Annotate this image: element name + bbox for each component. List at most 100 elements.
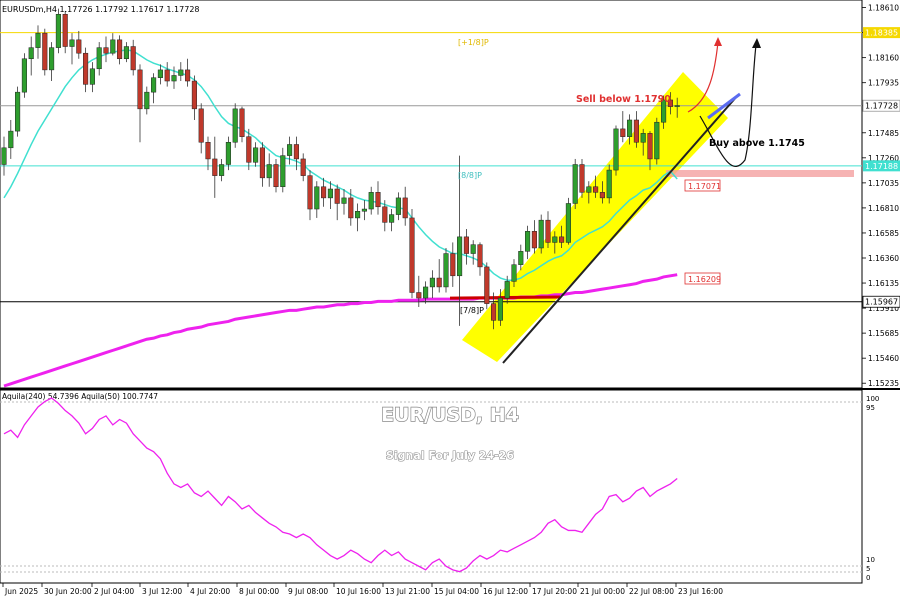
candle-body (293, 144, 299, 160)
candle-body (552, 236, 558, 243)
candle-body (382, 206, 388, 223)
candle-body (76, 39, 82, 54)
candle-body (123, 46, 129, 60)
candle-body (205, 141, 211, 160)
price-tick-label: 1.16360 (868, 254, 899, 263)
murrey-label-mid: [8/8]P (458, 171, 482, 180)
candle-body (640, 133, 646, 143)
candle-body (368, 192, 374, 210)
candle-body (586, 186, 592, 193)
candle[interactable] (409, 209, 415, 299)
candle-body (103, 47, 109, 54)
candle-body (280, 155, 286, 188)
price-tick-label: 1.16810 (868, 204, 899, 213)
watermark-subtitle: Signal For July 24-26 (386, 449, 515, 462)
osc-tick-label: 5 (866, 565, 870, 573)
time-tick-label: 22 Jul 08:00 (629, 587, 674, 596)
candle-body (49, 47, 55, 71)
candle-body (253, 147, 259, 163)
candle-body (443, 253, 449, 288)
candle[interactable] (21, 53, 27, 98)
candle[interactable] (42, 28, 48, 76)
candle[interactable] (239, 106, 245, 143)
price-tick-label: 1.15460 (868, 354, 899, 363)
candle[interactable] (15, 86, 21, 137)
candle[interactable] (572, 158, 578, 210)
candle-body (613, 128, 619, 171)
candle-body (198, 108, 204, 143)
time-tick-label: 13 Jul 21:00 (385, 587, 430, 596)
candle-body (525, 231, 531, 252)
symbol-info: EURUSDm,H4 1.17726 1.17792 1.17617 1.177… (2, 5, 200, 14)
candle[interactable] (579, 158, 585, 198)
time-tick-label: Jun 2025 (4, 587, 38, 596)
candle-body (21, 58, 27, 93)
candle[interactable] (484, 262, 490, 310)
candle-body (375, 192, 381, 208)
candle-body (300, 158, 306, 176)
candle-body (185, 69, 191, 82)
candle[interactable] (55, 8, 61, 54)
candle-body (327, 188, 333, 199)
candle-body (423, 286, 429, 299)
osc-tick-label: 0 (866, 574, 870, 582)
candle-body (225, 141, 231, 165)
candle-body (266, 164, 272, 179)
chart-window[interactable]: EURUSDm,H4 1.17726 1.17792 1.17617 1.177… (0, 0, 900, 600)
candle-body (212, 158, 218, 176)
candle[interactable] (613, 125, 619, 176)
candle-body (416, 292, 422, 299)
candle-body (497, 297, 503, 321)
candle-body (654, 121, 660, 160)
candle-body (178, 69, 184, 76)
time-tick-label: 4 Jul 20:00 (190, 587, 230, 596)
time-tick-label: 23 Jul 16:00 (678, 587, 723, 596)
candle-body (477, 244, 483, 268)
candle-body (504, 281, 510, 299)
candle-body (239, 108, 245, 137)
candle-body (620, 128, 626, 137)
candle-body (402, 197, 408, 219)
osc-tick-label: 100 (866, 395, 879, 403)
candle-body (28, 47, 34, 60)
oscillator-axis: 10095 1050 (866, 395, 879, 582)
candle[interactable] (538, 214, 544, 254)
candle-body (572, 164, 578, 204)
candle-body (484, 266, 490, 304)
sell-signal-label: Sell below 1.1790 (576, 94, 671, 105)
candle-body (511, 264, 517, 282)
candle-body (96, 47, 102, 70)
candle-body (171, 75, 177, 82)
candle-body (321, 186, 327, 199)
candle-body (69, 39, 75, 47)
candle-body (450, 253, 456, 277)
candle-body (259, 147, 265, 179)
candle-body (565, 203, 571, 243)
buy-signal-label: Buy above 1.1745 (709, 138, 805, 149)
watermark-title: EUR/USD, H4 (381, 404, 519, 426)
time-tick-label: 8 Jul 00:00 (239, 587, 279, 596)
candle-body (334, 188, 340, 204)
candle-body (518, 251, 524, 265)
candle[interactable] (232, 103, 238, 148)
candle[interactable] (443, 247, 449, 293)
time-axis[interactable]: Jun 2025 30 Jun 20:00 2 Jul 04:00 3 Jul 12:… (2, 583, 723, 596)
candle-body (470, 244, 476, 254)
candle-body (647, 133, 653, 160)
price-tick-label: 1.17035 (868, 179, 899, 188)
price-axis[interactable]: 1.18610 1.18385 1.18160 1.17935 1.17728 1.174… (862, 4, 899, 389)
candle-body (130, 46, 136, 71)
candle[interactable] (654, 117, 660, 165)
price-tick-label: 1.17485 (868, 129, 899, 138)
level-cyan-tag-text: 1.17188 (865, 162, 898, 171)
candle[interactable] (606, 164, 612, 204)
candle-body (62, 13, 68, 47)
candle-body (355, 211, 361, 219)
candle-body (559, 236, 565, 243)
candle-body (674, 105, 680, 107)
main-plot-area[interactable] (0, 0, 863, 389)
candle-body (314, 186, 320, 210)
candle-body (157, 69, 163, 78)
candle[interactable] (565, 197, 571, 245)
candle-body (361, 208, 367, 212)
